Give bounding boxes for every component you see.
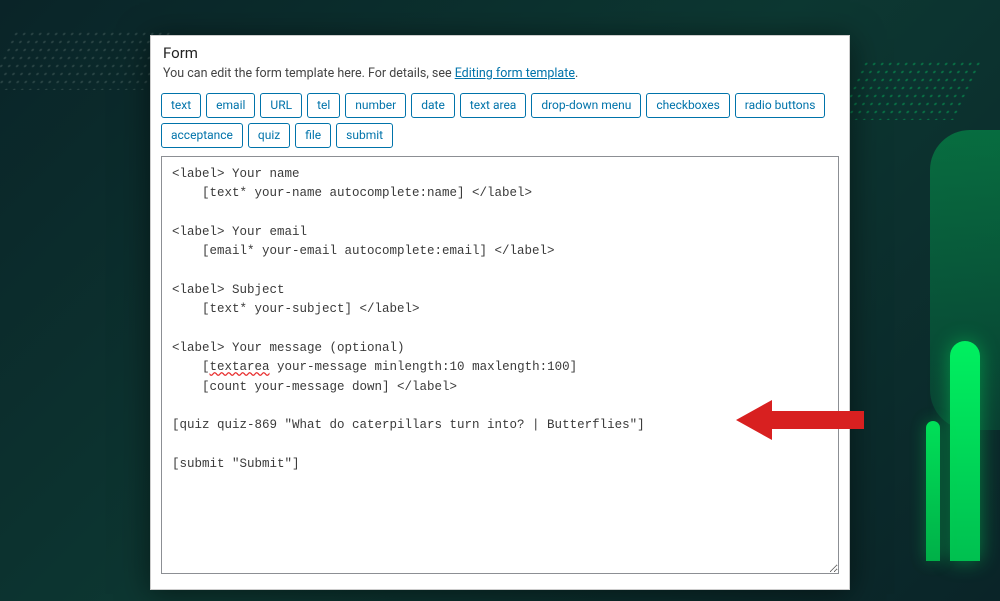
- tag-url-button[interactable]: URL: [260, 93, 302, 118]
- panel-header: Form You can edit the form template here…: [151, 36, 849, 87]
- tag-number-button[interactable]: number: [345, 93, 406, 118]
- tag-dropdown-button[interactable]: drop-down menu: [531, 93, 641, 118]
- editing-template-link[interactable]: Editing form template: [455, 66, 575, 81]
- panel-title: Form: [163, 44, 837, 62]
- bg-decoration: [926, 421, 940, 561]
- tag-checkboxes-button[interactable]: checkboxes: [646, 93, 729, 118]
- tag-file-button[interactable]: file: [295, 123, 331, 148]
- panel-description: You can edit the form template here. For…: [163, 66, 837, 81]
- bg-decoration: [0, 30, 174, 90]
- tag-quiz-button[interactable]: quiz: [248, 123, 290, 148]
- tag-textarea-button[interactable]: text area: [460, 93, 527, 118]
- tag-generator-row: text email URL tel number date text area…: [151, 87, 849, 150]
- tag-email-button[interactable]: email: [206, 93, 255, 118]
- tag-tel-button[interactable]: tel: [307, 93, 340, 118]
- tag-radio-button[interactable]: radio buttons: [735, 93, 826, 118]
- tag-acceptance-button[interactable]: acceptance: [161, 123, 243, 148]
- desc-suffix: .: [575, 66, 578, 81]
- tag-date-button[interactable]: date: [411, 93, 455, 118]
- form-panel: Form You can edit the form template here…: [150, 35, 850, 590]
- tag-text-button[interactable]: text: [161, 93, 201, 118]
- desc-text: You can edit the form template here. For…: [163, 66, 455, 81]
- form-template-editor[interactable]: <label> Your name [text* your-name autoc…: [161, 156, 839, 574]
- editor-container: <label> Your name [text* your-name autoc…: [151, 150, 849, 584]
- tag-submit-button[interactable]: submit: [336, 123, 393, 148]
- bg-decoration: [950, 341, 980, 561]
